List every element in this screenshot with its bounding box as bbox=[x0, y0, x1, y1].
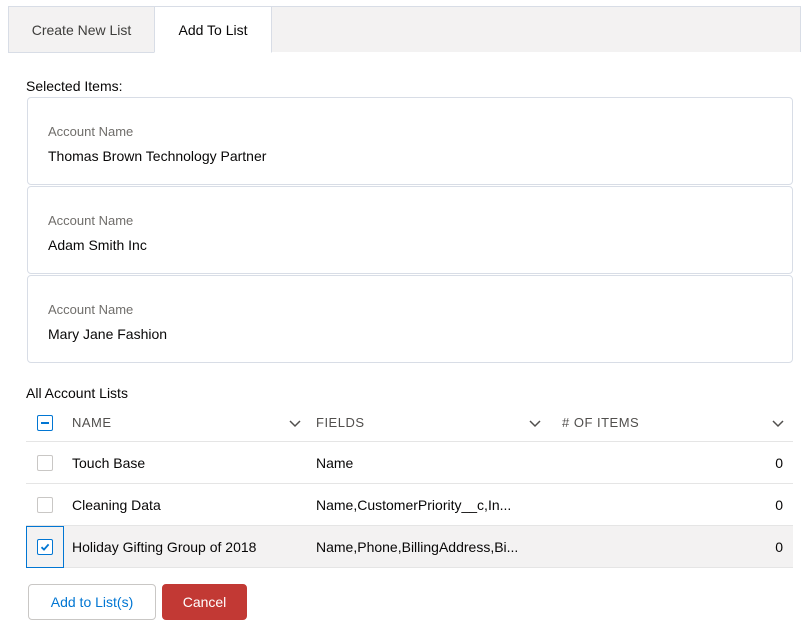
list-name: Touch Base bbox=[72, 454, 146, 471]
chevron-down-icon[interactable] bbox=[771, 404, 785, 441]
list-item-count: 0 bbox=[775, 454, 783, 471]
row-checkbox-cell[interactable] bbox=[26, 526, 64, 567]
add-to-lists-button[interactable]: Add to List(s) bbox=[28, 584, 156, 620]
minus-icon[interactable] bbox=[37, 414, 53, 431]
column-header-items[interactable]: # OF ITEMS bbox=[562, 404, 784, 441]
tab-bar: Create New List Add To List bbox=[8, 6, 801, 53]
chevron-down-icon[interactable] bbox=[288, 404, 302, 441]
row-checkbox-cell[interactable] bbox=[26, 442, 64, 483]
table-header-row: NAME FIELDS # OF ITEMS bbox=[26, 404, 793, 442]
all-account-lists-label: All Account Lists bbox=[26, 385, 128, 401]
selected-items-label: Selected Items: bbox=[26, 78, 123, 94]
list-item-count: 0 bbox=[775, 496, 783, 513]
selected-item-card: Account Name Mary Jane Fashion bbox=[27, 275, 793, 363]
cancel-button[interactable]: Cancel bbox=[162, 584, 247, 620]
field-value: Adam Smith Inc bbox=[48, 237, 147, 253]
selected-item-card: Account Name Adam Smith Inc bbox=[27, 186, 793, 274]
list-name: Cleaning Data bbox=[72, 496, 161, 513]
list-fields: Name,Phone,BillingAddress,Bi... bbox=[316, 538, 519, 555]
field-label: Account Name bbox=[48, 302, 134, 317]
table-row[interactable]: Cleaning Data Name,CustomerPriority__c,I… bbox=[26, 484, 793, 526]
row-checkbox-cell[interactable] bbox=[26, 484, 64, 525]
table-row[interactable]: Holiday Gifting Group of 2018 Name,Phone… bbox=[26, 526, 793, 568]
field-value: Mary Jane Fashion bbox=[48, 326, 168, 342]
field-label: Account Name bbox=[48, 213, 134, 228]
selected-item-card: Account Name Thomas Brown Technology Par… bbox=[27, 97, 793, 185]
table-row[interactable]: Touch Base Name 0 bbox=[26, 442, 793, 484]
column-header-name[interactable]: NAME bbox=[72, 404, 312, 441]
row-checkbox[interactable] bbox=[37, 496, 53, 513]
list-name: Holiday Gifting Group of 2018 bbox=[72, 538, 257, 555]
tab-create-new-list[interactable]: Create New List bbox=[8, 6, 154, 53]
chevron-down-icon[interactable] bbox=[528, 404, 542, 441]
row-checkbox[interactable] bbox=[37, 454, 53, 471]
list-item-count: 0 bbox=[775, 538, 783, 555]
field-label: Account Name bbox=[48, 124, 134, 139]
list-fields: Name bbox=[316, 454, 354, 471]
list-fields: Name,CustomerPriority__c,In... bbox=[316, 496, 512, 513]
column-header-fields[interactable]: FIELDS bbox=[316, 404, 556, 441]
select-all-cell[interactable] bbox=[26, 404, 64, 441]
account-lists-table: NAME FIELDS # OF ITEMS Touch Base Name 0… bbox=[26, 404, 793, 568]
tab-add-to-list[interactable]: Add To List bbox=[154, 6, 272, 53]
row-checkbox[interactable] bbox=[37, 538, 53, 555]
check-icon bbox=[40, 543, 50, 551]
tab-bar-filler bbox=[272, 6, 801, 52]
field-value: Thomas Brown Technology Partner bbox=[48, 148, 267, 164]
